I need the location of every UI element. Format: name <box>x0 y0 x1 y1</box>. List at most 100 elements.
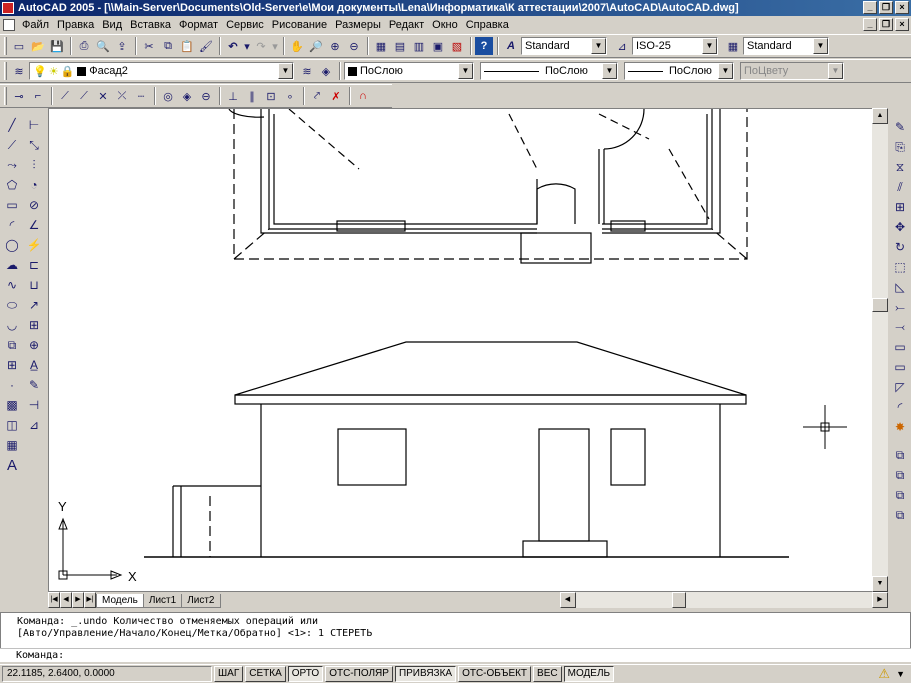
snap-center-icon[interactable]: ◎ <box>159 87 177 105</box>
polyline-icon[interactable]: ⤳ <box>3 156 21 174</box>
snap-quadrant-icon[interactable]: ◈ <box>178 87 196 105</box>
tolerance-icon[interactable]: ⊞ <box>25 316 43 334</box>
close-button[interactable]: × <box>895 1 909 14</box>
snap-nearest-icon[interactable]: ⤤ <box>308 87 326 105</box>
model-toggle[interactable]: МОДЕЛЬ <box>563 666 615 682</box>
zoom-realtime-icon[interactable]: 🔎 <box>307 37 325 55</box>
linear-dim-icon[interactable]: ⊢ <box>25 116 43 134</box>
color-combo[interactable]: ПоСлою ▼ <box>344 62 474 80</box>
angular-dim-icon[interactable]: ∠ <box>25 216 43 234</box>
point-icon[interactable]: · <box>3 376 21 394</box>
scroll-down-button[interactable]: ▼ <box>872 576 888 592</box>
text-style-combo[interactable]: Standard ▼ <box>521 37 607 55</box>
horizontal-scrollbar[interactable]: ◀ ▶ <box>559 592 888 608</box>
construction-line-icon[interactable]: ⟋ <box>3 136 21 154</box>
designcenter-icon[interactable]: ▤ <box>391 37 409 55</box>
layer-previous-icon[interactable]: ◈ <box>317 62 335 80</box>
help-icon[interactable]: ? <box>475 37 493 55</box>
dim-style-icon[interactable]: ⊿ <box>613 37 631 55</box>
vertical-scrollbar[interactable]: ▲ ▼ <box>872 108 888 592</box>
restore-button[interactable]: ❐ <box>879 1 893 14</box>
mirror-icon[interactable]: ⧖ <box>891 158 909 176</box>
snap-toggle[interactable]: ШАГ <box>214 666 244 682</box>
snap-perpendicular-icon[interactable]: ⊥ <box>224 87 242 105</box>
aligned-dim-icon[interactable]: ⤡ <box>25 136 43 154</box>
dim-update-icon[interactable]: ⊣ <box>25 396 43 414</box>
region-icon[interactable]: ◫ <box>3 416 21 434</box>
mtext-icon[interactable]: A <box>3 456 21 474</box>
redo-icon[interactable]: ↷ <box>252 37 270 55</box>
open-icon[interactable]: 📂 <box>29 37 47 55</box>
circle-icon[interactable]: ◯ <box>3 236 21 254</box>
scroll-right-button[interactable]: ▶ <box>872 592 888 608</box>
toolbar-grip[interactable] <box>4 37 7 55</box>
menu-dimension[interactable]: Размеры <box>331 16 385 34</box>
layer-combo[interactable]: 💡 ☀ 🔒 Фасад2 ▼ <box>29 62 294 80</box>
autocad-app-icon[interactable] <box>2 2 14 14</box>
ellipse-icon[interactable]: ⬭ <box>3 296 21 314</box>
snap-intersection-icon[interactable]: ✕ <box>94 87 112 105</box>
quick-leader-icon[interactable]: ↗ <box>25 296 43 314</box>
print-icon[interactable]: ⎙ <box>75 37 93 55</box>
chamfer-icon[interactable]: ◸ <box>891 378 909 396</box>
tab-layout1[interactable]: Лист1 <box>142 594 183 608</box>
save-icon[interactable]: 💾 <box>48 37 66 55</box>
rectangle-icon[interactable]: ▭ <box>3 196 21 214</box>
doc-close-button[interactable]: × <box>895 18 909 31</box>
polygon-icon[interactable]: ⬠ <box>3 176 21 194</box>
scroll-left-button[interactable]: ◀ <box>559 592 576 608</box>
tab-model[interactable]: Модель <box>96 594 144 608</box>
document-icon[interactable] <box>3 19 15 31</box>
erase-icon[interactable]: ✎ <box>891 118 909 136</box>
baseline-dim-icon[interactable]: ⊏ <box>25 256 43 274</box>
tab-first-button[interactable]: |◀ <box>48 592 60 608</box>
radius-dim-icon[interactable]: ◔ <box>25 176 43 194</box>
menu-tools[interactable]: Сервис <box>222 16 268 34</box>
break-icon[interactable]: ▭ <box>891 358 909 376</box>
ordinate-dim-icon[interactable]: ⫶ <box>25 156 43 174</box>
dbconnect-icon[interactable]: ▣ <box>429 37 447 55</box>
minimize-button[interactable]: _ <box>863 1 877 14</box>
snap-apparent-intersection-icon[interactable]: ⤫ <box>113 87 131 105</box>
grid-toggle[interactable]: СЕТКА <box>245 666 286 682</box>
send-back-icon[interactable]: ⧉ <box>891 466 909 484</box>
menu-draw[interactable]: Рисование <box>268 16 331 34</box>
redo-dropdown-icon[interactable]: ▾ <box>271 37 279 55</box>
matchprop-icon[interactable]: 🖌 <box>197 37 215 55</box>
dim-edit-icon[interactable]: A̲ <box>25 356 43 374</box>
horizontal-scroll-thumb[interactable] <box>671 592 686 608</box>
linetype-combo[interactable]: ПоСлою ▼ <box>480 62 618 80</box>
menu-format[interactable]: Формат <box>175 16 222 34</box>
menu-edit[interactable]: Правка <box>53 16 98 34</box>
fillet-icon[interactable]: ◜ <box>891 398 909 416</box>
ellipse-arc-icon[interactable]: ◡ <box>3 316 21 334</box>
dim-style-combo[interactable]: ISO-25 ▼ <box>632 37 718 55</box>
zoom-window-icon[interactable]: ⊕ <box>326 37 344 55</box>
doc-minimize-button[interactable]: _ <box>863 18 877 31</box>
layer-manager-icon[interactable]: ≋ <box>10 62 28 80</box>
scale-icon[interactable]: ⬚ <box>891 258 909 276</box>
menu-help[interactable]: Справка <box>462 16 513 34</box>
tab-prev-button[interactable]: ◀ <box>60 592 72 608</box>
osnap-settings-icon[interactable]: ∩ <box>354 87 372 105</box>
tab-next-button[interactable]: ▶ <box>72 592 84 608</box>
snap-from-icon[interactable]: ⌐ <box>29 87 47 105</box>
osnap-toggle[interactable]: ПРИВЯЗКА <box>394 666 457 682</box>
rotate-icon[interactable]: ↻ <box>891 238 909 256</box>
table-icon[interactable]: ▦ <box>3 436 21 454</box>
center-mark-icon[interactable]: ⊕ <box>25 336 43 354</box>
insert-block-icon[interactable]: ⧉ <box>3 336 21 354</box>
arc-icon[interactable]: ◜ <box>3 216 21 234</box>
polar-toggle[interactable]: ОТС-ПОЛЯР <box>325 666 393 682</box>
snap-tangent-icon[interactable]: ⊖ <box>197 87 215 105</box>
dim-text-edit-icon[interactable]: ✎ <box>25 376 43 394</box>
quick-dim-icon[interactable]: ⚡ <box>25 236 43 254</box>
diameter-dim-icon[interactable]: ⊘ <box>25 196 43 214</box>
stretch-icon[interactable]: ◺ <box>891 278 909 296</box>
otrack-toggle[interactable]: ОТС-ОБЪЕКТ <box>458 666 532 682</box>
snap-node-icon[interactable]: ∘ <box>281 87 299 105</box>
bring-front-icon[interactable]: ⧉ <box>891 446 909 464</box>
move-icon[interactable]: ✥ <box>891 218 909 236</box>
table-style-icon[interactable]: ▦ <box>724 37 742 55</box>
menu-file[interactable]: Файл <box>18 16 53 34</box>
